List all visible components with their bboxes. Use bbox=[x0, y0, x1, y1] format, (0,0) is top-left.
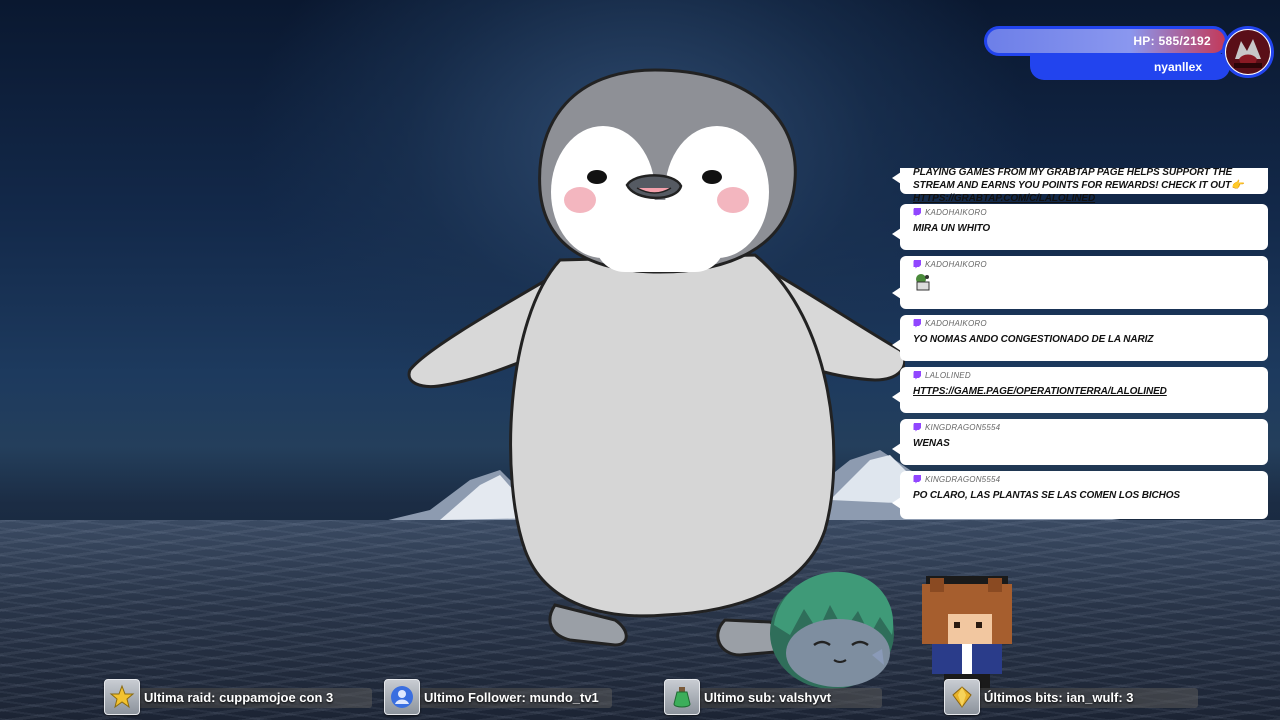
chat-message: KADOHAIKORO bbox=[892, 256, 1268, 309]
last-follower-label: Ultimo Follower: mundo_tv1 bbox=[424, 689, 599, 705]
hp-text: HP: 585/2192 bbox=[1133, 34, 1211, 48]
twitch-icon bbox=[913, 423, 921, 432]
last-follower-widget: Ultimo Follower: mundo_tv1 bbox=[384, 679, 612, 715]
gem-icon bbox=[944, 679, 980, 715]
chat-message: KADOHAIKORO YO NOMAS ANDO CONGESTIONADO … bbox=[892, 315, 1268, 361]
chat-username-row: KADOHAIKORO bbox=[913, 208, 1256, 217]
last-raid-widget: Ultima raid: cuppamojoe con 3 bbox=[104, 679, 372, 715]
chat-username-row: LALOLINED bbox=[913, 371, 1256, 380]
twitch-icon bbox=[913, 475, 921, 484]
chat-username: KADOHAIKORO bbox=[925, 260, 987, 269]
chat-username-row: KADOHAIKORO bbox=[913, 319, 1256, 328]
small-character-emote-icon bbox=[916, 274, 930, 291]
last-sub-widget: Ultimo sub: valshyvt bbox=[664, 679, 882, 715]
chat-link[interactable]: HTTPS://GAME.PAGE/OPERATIONTERRA/LALOLIN… bbox=[913, 386, 1167, 397]
hp-username: nyanllex bbox=[1153, 60, 1202, 74]
chat-username: KADOHAIKORO bbox=[925, 208, 987, 217]
chat-message-text: YO NOMAS ANDO CONGESTIONADO DE LA NARIZ bbox=[913, 334, 1154, 345]
chat-message-text: WENAS bbox=[913, 438, 950, 449]
hp-widget: nyanllex HP: 585/2192 bbox=[982, 24, 1278, 84]
potion-icon bbox=[664, 679, 700, 715]
twitch-icon bbox=[913, 371, 921, 380]
chat-username-row: KINGDRAGON5554 bbox=[913, 475, 1256, 484]
chat-message-text: MIRA UN WHITO bbox=[913, 223, 991, 234]
hp-name-bar: nyanllex bbox=[1030, 54, 1230, 80]
chat-username: KADOHAIKORO bbox=[925, 319, 987, 328]
chat-message: LALOLINED HTTPS://GAME.PAGE/OPERATIONTER… bbox=[892, 367, 1268, 413]
pointing-hand-emoji: 👉 bbox=[1231, 180, 1244, 191]
last-raid-label: Ultima raid: cuppamojoe con 3 bbox=[144, 689, 334, 705]
dragon-logo-icon bbox=[1226, 30, 1270, 74]
star-icon bbox=[104, 679, 140, 715]
last-sub-label: Ultimo sub: valshyvt bbox=[704, 689, 832, 705]
last-bits-widget: Últimos bits: ian_wulf: 3 bbox=[944, 679, 1198, 715]
twitch-icon bbox=[913, 208, 921, 217]
chat-username-row: KINGDRAGON5554 bbox=[913, 423, 1256, 432]
chat-link[interactable]: HTTPS://GRABTAP.COM/C/LALOLINED bbox=[913, 193, 1095, 204]
chat-username: KINGDRAGON5554 bbox=[925, 475, 1001, 484]
chat-overlay: PLAYING GAMES FROM MY GRABTAP PAGE HELPS… bbox=[892, 168, 1268, 520]
chat-message: KINGDRAGON5554 PO CLARO, LAS PLANTAS SE … bbox=[892, 471, 1268, 519]
chat-username: KINGDRAGON5554 bbox=[925, 423, 1001, 432]
green-hair-vtuber-avatar bbox=[770, 571, 894, 689]
avatar bbox=[1222, 26, 1274, 78]
chat-message: KADOHAIKORO MIRA UN WHITO bbox=[892, 204, 1268, 250]
twitch-icon bbox=[913, 319, 921, 328]
last-bits-label: Últimos bits: ian_wulf: 3 bbox=[984, 689, 1134, 705]
chat-username-row: KADOHAIKORO bbox=[913, 260, 1256, 269]
chat-message: PLAYING GAMES FROM MY GRABTAP PAGE HELPS… bbox=[892, 168, 1268, 204]
chat-message-text: HTTPS://GAME.PAGE/OPERATIONTERRA/LALOLIN… bbox=[913, 385, 1256, 398]
hp-bar-fill: HP: 585/2192 bbox=[987, 29, 1225, 53]
pixel-character-avatar bbox=[922, 576, 1012, 690]
chat-username: LALOLINED bbox=[925, 371, 971, 380]
person-icon bbox=[384, 679, 420, 715]
chat-message: KINGDRAGON5554 WENAS bbox=[892, 419, 1268, 465]
chat-message-text: PLAYING GAMES FROM MY GRABTAP PAGE HELPS… bbox=[913, 168, 1244, 204]
twitch-icon bbox=[913, 260, 921, 269]
chat-message-text: PO CLARO, LAS PLANTAS SE LAS COMEN LOS B… bbox=[913, 490, 1180, 501]
hp-bar: HP: 585/2192 bbox=[984, 26, 1228, 56]
